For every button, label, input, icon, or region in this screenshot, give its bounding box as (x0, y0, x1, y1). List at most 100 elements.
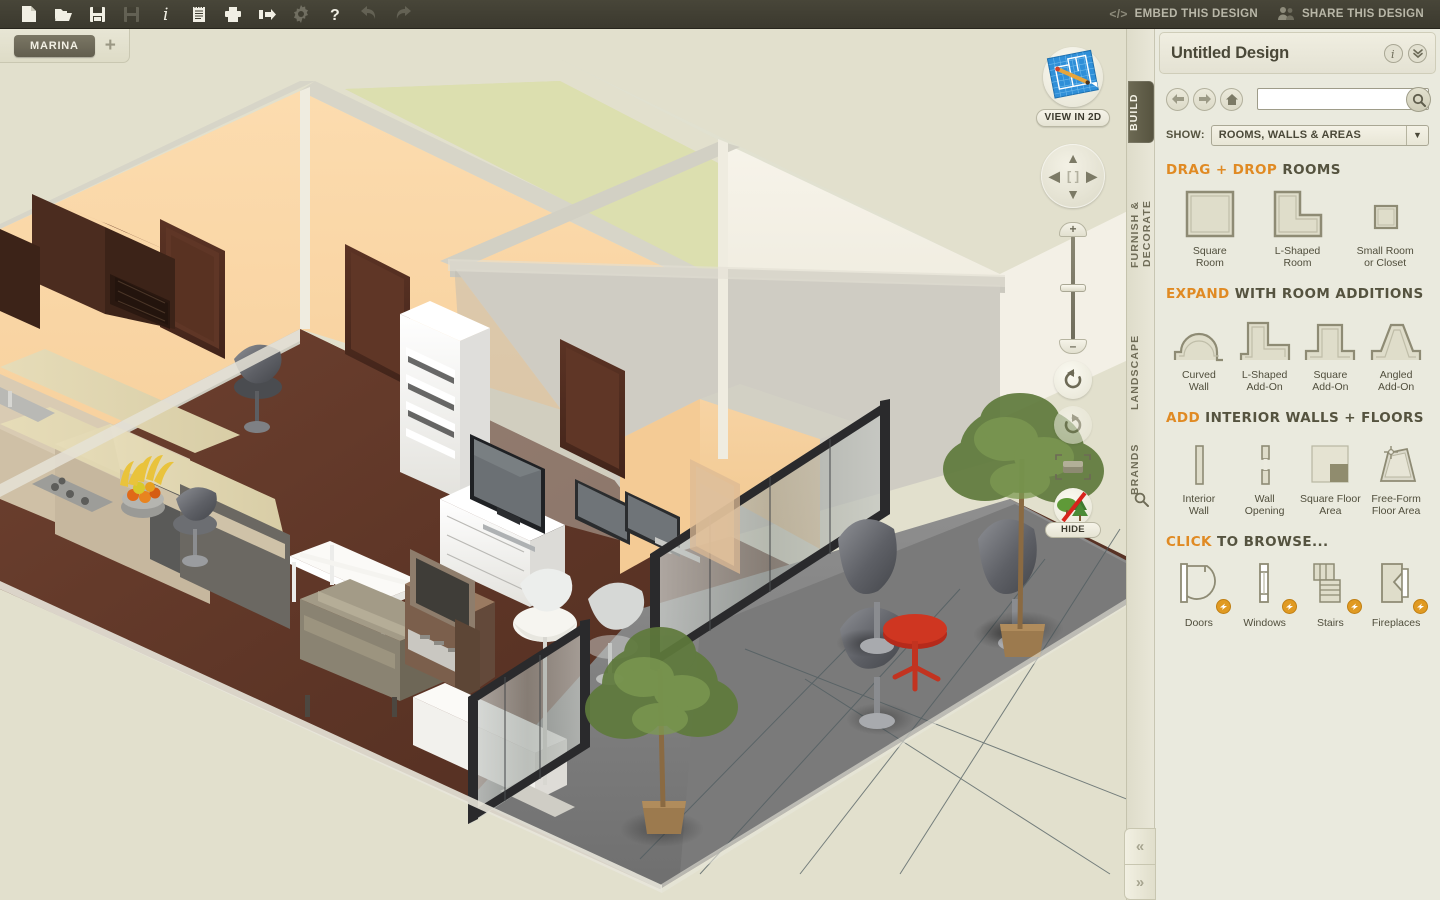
rotate-left-icon[interactable] (1054, 361, 1092, 399)
tile-label: Angled Add-On (1378, 369, 1415, 393)
undo-icon[interactable] (352, 1, 386, 27)
rotate-right-icon[interactable] (1054, 406, 1092, 444)
print-icon[interactable] (216, 1, 250, 27)
tile-interior-wall[interactable]: Interior Wall (1166, 435, 1232, 517)
hide-button[interactable]: HIDE (1045, 522, 1101, 538)
tile-curved-wall[interactable]: Curved Wall (1166, 311, 1232, 393)
fireplaces-badge-wrap (1372, 560, 1429, 614)
stairs-art (1306, 559, 1363, 614)
blueprint-pencil-icon (1046, 49, 1099, 99)
panel-collapse-chevron-icon[interactable] (1408, 43, 1427, 63)
collapse-right-button[interactable]: » (1124, 864, 1156, 900)
section-title-rest: TO BROWSE... (1217, 534, 1329, 550)
pan-left-button[interactable]: ◀ (1049, 169, 1060, 183)
pan-up-button[interactable]: ▲ (1066, 151, 1080, 165)
panel-search-input[interactable] (1257, 88, 1429, 110)
save-icon[interactable] (80, 1, 114, 27)
tile-stairs[interactable]: Stairs (1298, 559, 1364, 629)
free-form-floor-area-icon (1371, 435, 1421, 487)
share-people-icon (1277, 6, 1295, 23)
tile-free-form-floor-area[interactable]: Free-Form Floor Area (1363, 435, 1429, 517)
new-document-icon[interactable] (12, 1, 46, 27)
panel-search-icon[interactable] (1131, 487, 1151, 511)
section-title-highlight: CLICK (1166, 534, 1212, 550)
nav-forward-button[interactable] (1193, 87, 1216, 111)
tile-fireplaces[interactable]: Fireplaces (1363, 559, 1429, 629)
tile-windows[interactable]: Windows (1232, 559, 1298, 629)
wall-opening-icon (1240, 435, 1290, 487)
tile-small-room-closet[interactable]: Small Room or Closet (1341, 187, 1429, 269)
tile-square-addon[interactable]: Square Add-On (1298, 311, 1364, 393)
tab-landscape[interactable]: LANDSCAPE (1129, 317, 1153, 427)
nav-home-button[interactable] (1220, 87, 1243, 111)
svg-text:i: i (1391, 48, 1395, 60)
panel-info-icon[interactable]: i (1384, 43, 1403, 63)
floorplan-3d-render[interactable] (0, 29, 1152, 900)
help-icon[interactable]: ? (318, 1, 352, 27)
tile-square-floor-area[interactable]: Square Floor Area (1298, 435, 1364, 517)
save-as-icon[interactable] (114, 1, 148, 27)
tile-square-room[interactable]: Square Room (1166, 187, 1254, 269)
zoom-slider[interactable]: + – (1054, 222, 1092, 354)
panel-search-submit-icon[interactable] (1406, 87, 1431, 112)
right-panel: Untitled Design i SHOW: ROOMS, WALLS & A… (1154, 29, 1440, 900)
section-title-rest: INTERIOR WALLS + FLOORS (1205, 410, 1424, 426)
redo-icon[interactable] (386, 1, 420, 27)
windows-browse-badge[interactable] (1281, 599, 1297, 614)
pan-down-button[interactable]: ▼ (1066, 187, 1080, 201)
tile-doors[interactable]: Doors (1166, 559, 1232, 629)
pan-right-button[interactable]: ▶ (1086, 169, 1097, 183)
tile-label: Wall Opening (1244, 493, 1285, 517)
export-icon[interactable] (250, 1, 284, 27)
fireplaces-browse-badge[interactable] (1413, 599, 1429, 614)
design-canvas-3d[interactable] (0, 29, 1152, 900)
share-design-button[interactable]: SHARE THIS DESIGN (1277, 6, 1424, 23)
fit-to-frame-icon[interactable] (1052, 452, 1094, 482)
stairs-browse-badge[interactable] (1347, 599, 1363, 614)
door-icon (1179, 563, 1216, 603)
info-icon[interactable]: i (148, 1, 182, 27)
tile-label: Square Add-On (1312, 369, 1349, 393)
rooms-tile-row: Square Room L-Shaped Room Small Room or … (1166, 187, 1429, 269)
add-tab-button[interactable]: + (101, 36, 120, 55)
doors-badge-wrap (1175, 560, 1231, 614)
interior-wall-icon (1174, 435, 1224, 487)
tile-wall-opening[interactable]: Wall Opening (1232, 435, 1298, 517)
collapse-left-button[interactable]: « (1124, 828, 1156, 864)
hide-landscape-control[interactable]: HIDE (1045, 488, 1101, 538)
tile-label: L-Shaped Add-On (1241, 369, 1288, 393)
tile-angled-addon[interactable]: Angled Add-On (1363, 311, 1429, 393)
tile-l-shaped-addon[interactable]: L-Shaped Add-On (1232, 311, 1298, 393)
notes-icon[interactable] (182, 1, 216, 27)
embed-design-button[interactable]: </> EMBED THIS DESIGN (1109, 7, 1258, 21)
view-in-2d-control[interactable]: VIEW IN 2D (1036, 47, 1110, 127)
small-room-icon (1359, 187, 1411, 239)
chevron-down-icon[interactable]: ▼ (1406, 125, 1428, 145)
section-room-additions: EXPAND WITH ROOM ADDITIONS Curved Wall L… (1166, 286, 1429, 393)
show-filter-select[interactable]: ROOMS, WALLS & AREAS ▼ (1210, 124, 1429, 146)
view-in-2d-button[interactable]: VIEW IN 2D (1036, 109, 1110, 127)
document-tabstrip: MARINA + (0, 29, 130, 63)
panel-header-icons: i (1384, 43, 1427, 63)
zoom-out-button[interactable]: – (1059, 339, 1087, 354)
angled-addon-icon (1369, 311, 1423, 363)
browse-tile-row: Doors Windows Stairs Fireplaces (1166, 559, 1429, 629)
doors-browse-badge[interactable] (1215, 599, 1231, 614)
section-title-walls: ADD INTERIOR WALLS + FLOORS (1166, 410, 1429, 426)
tab-build[interactable]: BUILD (1128, 81, 1154, 143)
recenter-button[interactable]: [ ] (1067, 170, 1079, 183)
tile-label: Fireplaces (1371, 617, 1421, 629)
zoom-slider-thumb[interactable] (1060, 284, 1086, 292)
tile-label: Free-Form Floor Area (1371, 493, 1421, 517)
svg-text:i: i (163, 5, 168, 23)
settings-gear-icon[interactable] (284, 1, 318, 27)
nav-back-button[interactable] (1166, 87, 1189, 111)
tile-label: Square Room (1192, 245, 1227, 269)
windows-badge-wrap (1241, 560, 1297, 614)
pan-control-pad[interactable]: ▲ ▼ ◀ ▶ [ ] (1041, 144, 1105, 208)
tab-furnish-decorate[interactable]: FURNISH & DECORATE (1129, 159, 1153, 309)
open-folder-icon[interactable] (46, 1, 80, 27)
tile-l-shaped-room[interactable]: L-Shaped Room (1254, 187, 1342, 269)
document-tab-marina[interactable]: MARINA (14, 34, 95, 57)
zoom-in-button[interactable]: + (1059, 222, 1087, 237)
